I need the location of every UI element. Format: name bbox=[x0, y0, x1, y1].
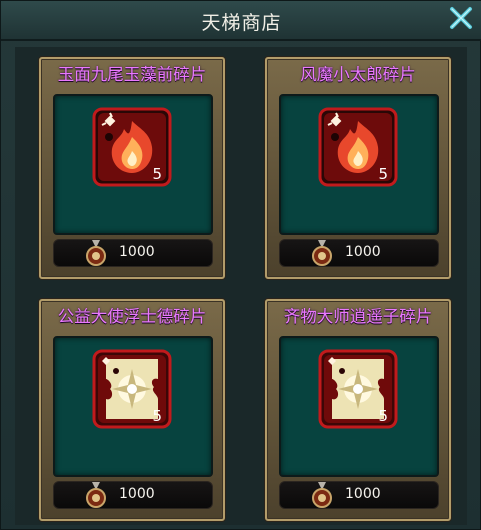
price-bar: 1000 bbox=[53, 239, 213, 267]
medal-icon bbox=[312, 482, 332, 508]
fire-shard-icon[interactable]: 5 bbox=[318, 107, 398, 187]
item-count: 5 bbox=[378, 165, 388, 183]
item-name: 玉面九尾玉藻前碎片 bbox=[57, 65, 207, 84]
price-value: 1000 bbox=[119, 486, 155, 502]
shop-item-card[interactable]: 风魔小太郎碎片 5 1000 bbox=[265, 57, 451, 279]
medal-icon bbox=[312, 240, 332, 266]
window-title: 天梯商店 bbox=[201, 12, 282, 34]
shop-window: 天梯商店 玉面九尾玉藻前碎片 5 1000 风魔小太郎碎片 5 1000 公益大… bbox=[0, 0, 481, 530]
item-count: 5 bbox=[378, 407, 388, 425]
title-bar: 天梯商店 bbox=[1, 1, 481, 41]
item-well: 5 bbox=[53, 336, 213, 477]
fire-shard-icon[interactable]: 5 bbox=[92, 107, 172, 187]
shop-item-card[interactable]: 公益大使浮士德碎片 5 1000 bbox=[39, 299, 225, 521]
medal-icon bbox=[86, 240, 106, 266]
medal-icon bbox=[86, 482, 106, 508]
price-value: 1000 bbox=[119, 244, 155, 260]
item-name: 风魔小太郎碎片 bbox=[300, 65, 416, 84]
item-count: 5 bbox=[152, 165, 162, 183]
price-value: 1000 bbox=[345, 244, 381, 260]
shop-grid: 玉面九尾玉藻前碎片 5 1000 风魔小太郎碎片 5 1000 公益大使浮士德碎… bbox=[15, 47, 467, 525]
price-bar: 1000 bbox=[279, 239, 439, 267]
light-shard-icon[interactable]: 5 bbox=[318, 349, 398, 429]
shop-item-card[interactable]: 玉面九尾玉藻前碎片 5 1000 bbox=[39, 57, 225, 279]
item-well: 5 bbox=[279, 94, 439, 235]
light-shard-icon[interactable]: 5 bbox=[92, 349, 172, 429]
close-icon[interactable] bbox=[448, 5, 474, 31]
price-bar: 1000 bbox=[53, 481, 213, 509]
item-name: 公益大使浮士德碎片 bbox=[57, 307, 207, 326]
item-well: 5 bbox=[279, 336, 439, 477]
shop-item-card[interactable]: 齐物大师逍遥子碎片 5 1000 bbox=[265, 299, 451, 521]
item-well: 5 bbox=[53, 94, 213, 235]
price-value: 1000 bbox=[345, 486, 381, 502]
price-bar: 1000 bbox=[279, 481, 439, 509]
item-name: 齐物大师逍遥子碎片 bbox=[283, 307, 433, 326]
item-count: 5 bbox=[152, 407, 162, 425]
